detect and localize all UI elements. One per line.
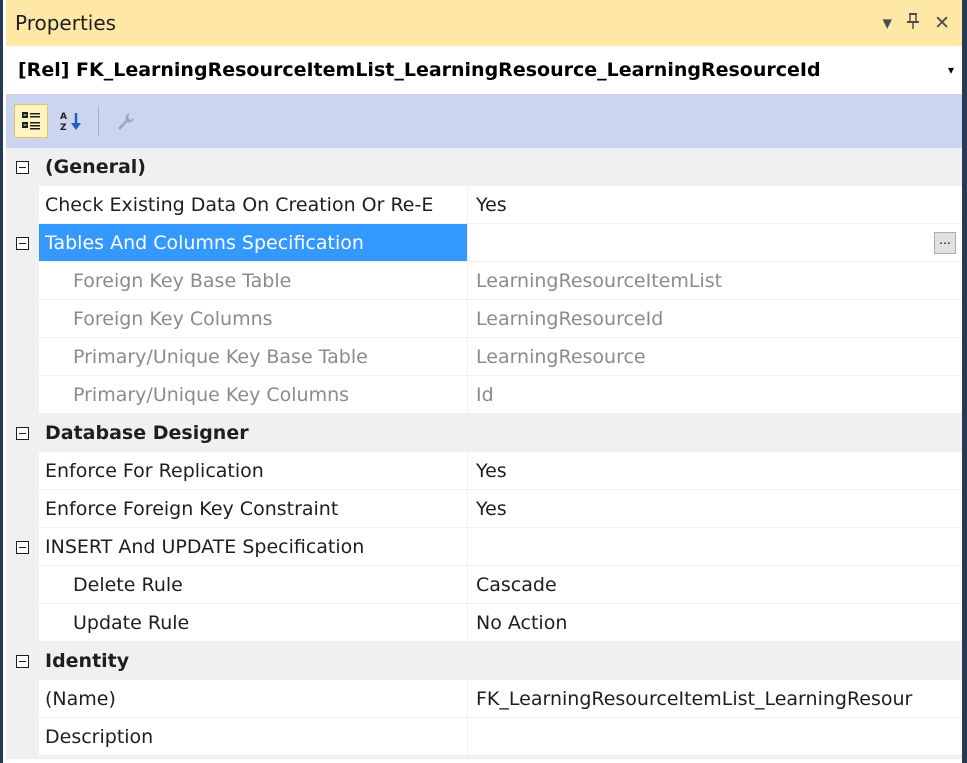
property-row[interactable]: (Name) FK_LearningResourceItemList_Learn… xyxy=(6,680,962,718)
ellipsis-button[interactable]: ... xyxy=(934,232,956,254)
property-value[interactable]: FK_LearningResourceItemList_LearningReso… xyxy=(468,680,962,718)
property-name: Foreign Key Base Table xyxy=(39,262,468,300)
property-name: Delete Rule xyxy=(39,566,468,604)
properties-panel: Properties ▾ ✕ [Rel] FK_LearningResource… xyxy=(0,0,963,763)
property-row[interactable]: Description xyxy=(6,718,962,756)
property-row[interactable]: Primary/Unique Key Columns Id xyxy=(6,376,962,414)
object-selector-dropdown-icon[interactable]: ▾ xyxy=(940,63,962,77)
property-value[interactable]: LearningResourceItemList xyxy=(468,262,962,300)
wrench-icon xyxy=(118,113,134,130)
property-name: (Name) xyxy=(39,680,468,718)
category-general[interactable]: (General) xyxy=(6,148,962,186)
alphabetical-button[interactable]: A Z xyxy=(54,104,88,138)
property-name: Tables And Columns Specification xyxy=(39,224,468,262)
property-value[interactable]: Id xyxy=(468,376,962,414)
property-row[interactable]: Update Rule No Action xyxy=(6,604,962,642)
collapse-icon[interactable] xyxy=(16,236,29,250)
property-row[interactable]: Foreign Key Columns LearningResourceId xyxy=(6,300,962,338)
svg-text:Z: Z xyxy=(60,123,67,132)
property-row[interactable]: Primary/Unique Key Base Table LearningRe… xyxy=(6,338,962,376)
pin-icon[interactable] xyxy=(906,12,920,35)
category-label: Database Designer xyxy=(39,414,962,452)
property-row[interactable]: Foreign Key Base Table LearningResourceI… xyxy=(6,262,962,300)
property-row[interactable]: Check Existing Data On Creation Or Re-E … xyxy=(6,186,962,224)
collapse-icon[interactable] xyxy=(16,160,29,174)
property-value[interactable]: No Action xyxy=(468,604,962,642)
category-label: Identity xyxy=(39,642,962,680)
property-name: Enforce Foreign Key Constraint xyxy=(39,490,468,528)
panel-title: Properties xyxy=(15,11,117,35)
collapse-icon[interactable] xyxy=(16,426,29,440)
property-value[interactable] xyxy=(468,528,962,566)
property-name: Foreign Key Columns xyxy=(39,300,468,338)
property-name: Enforce For Replication xyxy=(39,452,468,490)
svg-text:A: A xyxy=(60,112,67,122)
title-bar: Properties ▾ ✕ xyxy=(6,0,962,46)
property-row[interactable]: Enforce For Replication Yes xyxy=(6,452,962,490)
property-value[interactable]: Yes xyxy=(468,452,962,490)
collapse-icon[interactable] xyxy=(16,654,29,668)
property-row[interactable]: Delete Rule Cascade xyxy=(6,566,962,604)
object-selector[interactable]: [Rel] FK_LearningResourceItemList_Learni… xyxy=(6,46,962,94)
collapse-icon[interactable] xyxy=(16,540,29,554)
property-grid: (General) Check Existing Data On Creatio… xyxy=(6,148,962,759)
property-name: Primary/Unique Key Columns xyxy=(39,376,468,414)
alphabetical-icon: A Z xyxy=(60,112,81,132)
categorized-button[interactable] xyxy=(14,104,48,138)
property-value[interactable]: LearningResourceId xyxy=(468,300,962,338)
window-controls: ▾ ✕ xyxy=(883,12,962,35)
category-identity[interactable]: Identity xyxy=(6,642,962,680)
property-value[interactable] xyxy=(468,718,962,756)
property-name: Description xyxy=(39,718,468,756)
property-row[interactable]: Enforce Foreign Key Constraint Yes xyxy=(6,490,962,528)
category-database-designer[interactable]: Database Designer xyxy=(6,414,962,452)
properties-toolbar: A Z xyxy=(6,94,962,148)
property-name: Update Rule xyxy=(39,604,468,642)
property-value[interactable]: ... xyxy=(468,224,962,262)
property-name: INSERT And UPDATE Specification xyxy=(39,528,468,566)
property-row-selected[interactable]: Tables And Columns Specification ... xyxy=(6,224,962,262)
selected-object-name: [Rel] FK_LearningResourceItemList_Learni… xyxy=(18,59,821,81)
categorized-icon xyxy=(22,112,40,130)
property-value[interactable]: LearningResource xyxy=(468,338,962,376)
toolbar-separator xyxy=(98,106,99,136)
property-row-expandable[interactable]: INSERT And UPDATE Specification xyxy=(6,528,962,566)
close-icon[interactable]: ✕ xyxy=(934,12,950,34)
category-label: (General) xyxy=(39,148,962,186)
property-pages-button[interactable] xyxy=(109,104,143,138)
property-name: Check Existing Data On Creation Or Re-E xyxy=(39,186,468,224)
property-value[interactable]: Yes xyxy=(468,490,962,528)
property-name: Primary/Unique Key Base Table xyxy=(39,338,468,376)
property-value[interactable]: Yes xyxy=(468,186,962,224)
property-value[interactable]: Cascade xyxy=(468,566,962,604)
window-menu-dropdown-icon[interactable]: ▾ xyxy=(883,12,893,34)
